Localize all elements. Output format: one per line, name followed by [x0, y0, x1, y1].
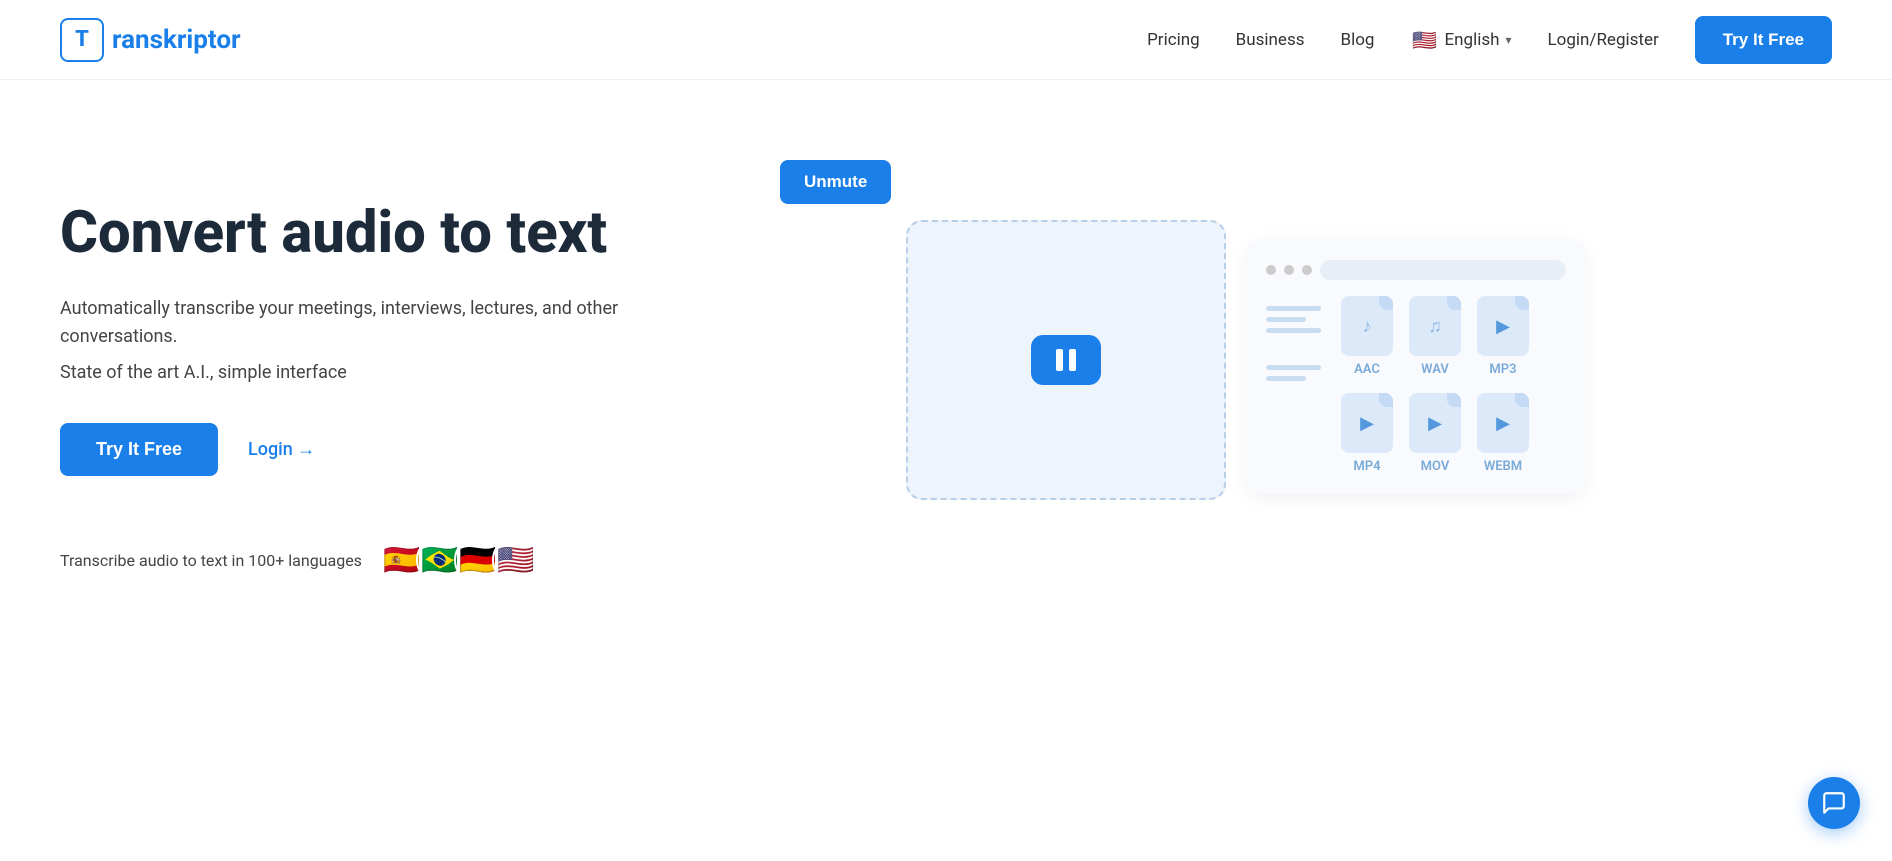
dot2 [1284, 265, 1294, 275]
hero-sub2: State of the art A.I., simple interface [60, 362, 660, 383]
play-icon: ▶ [1496, 316, 1510, 337]
format-label-wav: WAV [1421, 362, 1449, 377]
aac-icon: ♪ [1341, 296, 1393, 356]
hero-subtitle: Automatically transcribe your meetings, … [60, 295, 660, 353]
pause-bar-right [1069, 349, 1076, 371]
language-selector[interactable]: 🇺🇸 English ▾ [1410, 26, 1511, 54]
player-card [906, 220, 1226, 500]
chevron-down-icon: ▾ [1505, 33, 1511, 47]
logo-icon: T [60, 18, 104, 62]
format-label-mp3: MP3 [1489, 362, 1516, 377]
language-flag: 🇺🇸 [1410, 26, 1438, 54]
formats-grid: ♪ AAC ♫ WAV ▶ MP3 [1341, 296, 1529, 474]
note-icon: ♫ [1428, 316, 1442, 337]
chat-icon [1821, 790, 1847, 816]
note-icon: ♪ [1363, 316, 1372, 337]
mp4-icon: ▶ [1341, 393, 1393, 453]
pause-button[interactable] [1031, 335, 1101, 385]
hero-right: Unmute [660, 160, 1832, 500]
formats-card: ♪ AAC ♫ WAV ▶ MP3 [1246, 240, 1586, 494]
text-line [1266, 328, 1321, 333]
hero-title: Convert audio to text [60, 200, 660, 267]
play-icon: ▶ [1428, 413, 1442, 434]
wav-icon: ♫ [1409, 296, 1461, 356]
mp3-icon: ▶ [1477, 296, 1529, 356]
nav-business[interactable]: Business [1236, 30, 1305, 50]
search-bar-fake [1320, 260, 1566, 280]
hero-left: Convert audio to text Automatically tran… [60, 160, 660, 584]
format-webm: ▶ WEBM [1477, 393, 1529, 474]
text-line [1266, 306, 1321, 311]
pause-bar-left [1056, 349, 1063, 371]
pause-icon [1056, 349, 1076, 371]
hero-section: Convert audio to text Automatically tran… [0, 80, 1892, 800]
nav-links: Pricing Business Blog 🇺🇸 English ▾ Login… [1147, 16, 1832, 64]
text-line [1266, 365, 1321, 370]
nav-pricing[interactable]: Pricing [1147, 30, 1200, 50]
hero-actions: Try It Free Login → [60, 423, 660, 476]
unmute-button[interactable]: Unmute [780, 160, 891, 204]
format-mov: ▶ MOV [1409, 393, 1461, 474]
languages-row: Transcribe audio to text in 100+ languag… [60, 536, 660, 584]
navbar: T ranskriptor Pricing Business Blog 🇺🇸 E… [0, 0, 1892, 80]
login-link[interactable]: Login → [248, 439, 315, 460]
text-line [1266, 317, 1306, 322]
browser-bar [1266, 260, 1566, 280]
logo-text: ranskriptor [112, 25, 241, 55]
format-mp4: ▶ MP4 [1341, 393, 1393, 474]
text-line [1266, 376, 1306, 381]
dot1 [1266, 265, 1276, 275]
format-wav: ♫ WAV [1409, 296, 1461, 377]
chat-bubble[interactable] [1808, 777, 1860, 829]
play-icon: ▶ [1496, 413, 1510, 434]
webm-icon: ▶ [1477, 393, 1529, 453]
format-mp3: ▶ MP3 [1477, 296, 1529, 377]
play-icon: ▶ [1360, 413, 1374, 434]
logo[interactable]: T ranskriptor [60, 18, 241, 62]
mov-icon: ▶ [1409, 393, 1461, 453]
language-label: English [1444, 30, 1499, 50]
flag-usa: 🇺🇸 [492, 536, 540, 584]
nav-blog[interactable]: Blog [1341, 30, 1375, 50]
flag-stack: 🇪🇸 🇧🇷 🇩🇪 🇺🇸 [378, 536, 540, 584]
login-register-link[interactable]: Login/Register [1548, 30, 1659, 50]
format-label-webm: WEBM [1484, 459, 1522, 474]
format-label-mp4: MP4 [1353, 459, 1380, 474]
languages-text: Transcribe audio to text in 100+ languag… [60, 551, 362, 570]
format-aac: ♪ AAC [1341, 296, 1393, 377]
format-label-mov: MOV [1421, 459, 1450, 474]
format-label-aac: AAC [1354, 362, 1380, 377]
try-it-free-hero-button[interactable]: Try It Free [60, 423, 218, 476]
try-it-free-nav-button[interactable]: Try It Free [1695, 16, 1832, 64]
dot3 [1302, 265, 1312, 275]
